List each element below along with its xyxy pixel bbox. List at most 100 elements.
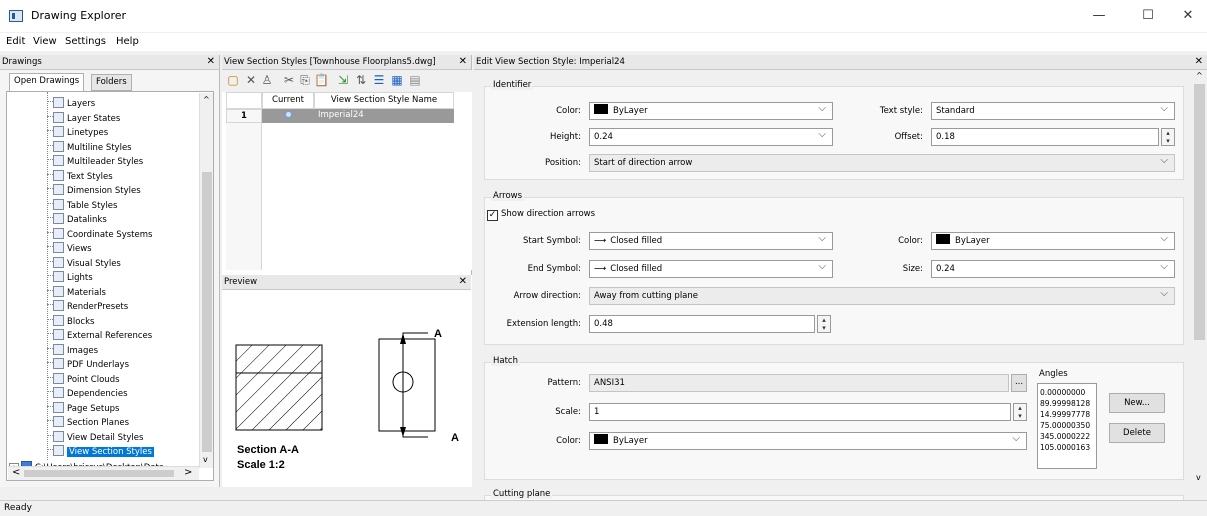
details-view-icon[interactable]: ▦ xyxy=(390,73,404,87)
offset-input[interactable]: 0.18 xyxy=(931,128,1159,146)
tree-item-materials[interactable]: Materials xyxy=(47,284,106,298)
scroll-thumb[interactable] xyxy=(202,172,212,452)
angle-item[interactable]: 0.00000000 xyxy=(1040,387,1094,398)
tree-item-views[interactable]: Views xyxy=(47,240,92,254)
pattern-browse-button[interactable]: ... xyxy=(1011,374,1027,392)
pattern-input[interactable]: ANSI31 xyxy=(589,374,1009,392)
hscroll-thumb[interactable] xyxy=(24,470,174,477)
extension-length-input[interactable]: 0.48 xyxy=(589,315,815,333)
set-current-icon[interactable]: ⇅ xyxy=(354,73,368,87)
tree-item-external-references[interactable]: External References xyxy=(47,327,152,341)
tree-item-section-planes[interactable]: Section Planes xyxy=(47,414,129,428)
hatch-scale-input[interactable]: 1 xyxy=(589,403,1011,421)
angles-list[interactable]: 0.00000000 89.99998128 14.99997778 75.00… xyxy=(1037,383,1097,469)
menu-settings[interactable]: Settings xyxy=(65,36,106,47)
tree-item-dimension-styles[interactable]: Dimension Styles xyxy=(47,182,141,196)
tree-item-table-styles[interactable]: Table Styles xyxy=(47,197,117,211)
row-number: 1 xyxy=(226,109,262,123)
extension-length-spinner[interactable]: ▴ ▾ xyxy=(817,315,831,333)
delete-style-icon[interactable]: ✕ xyxy=(244,73,258,87)
tree-item-blocks[interactable]: Blocks xyxy=(47,313,94,327)
tab-folders[interactable]: Folders xyxy=(91,74,132,91)
tree-item-lights[interactable]: Lights xyxy=(47,269,93,283)
hatch-color-select[interactable]: ByLayer xyxy=(589,432,1027,450)
delete-angle-button[interactable]: Delete xyxy=(1109,423,1165,443)
menu-help[interactable]: Help xyxy=(116,36,139,47)
cut-icon[interactable]: ✂ xyxy=(282,73,296,87)
purge-icon[interactable]: ♙ xyxy=(260,73,274,87)
menu-view[interactable]: View xyxy=(33,36,57,47)
tree-item-view-detail-styles[interactable]: View Detail Styles xyxy=(47,429,143,443)
tree-item-visual-styles[interactable]: Visual Styles xyxy=(47,255,121,269)
paste-icon[interactable]: 📋 xyxy=(314,73,329,87)
maximize-button[interactable]: ☐ xyxy=(1133,6,1163,26)
import-icon[interactable]: ⇲ xyxy=(336,73,350,87)
tree-item-datalinks[interactable]: Datalinks xyxy=(47,211,107,225)
tree-item-page-setups[interactable]: Page Setups xyxy=(47,400,119,414)
scroll-left-icon[interactable]: < xyxy=(12,467,20,478)
style-name-cell[interactable]: Imperial24 xyxy=(314,109,454,123)
app-icon xyxy=(9,10,23,22)
edit-panel-close-icon[interactable]: ✕ xyxy=(1195,55,1203,69)
scroll-up-icon[interactable]: ^ xyxy=(203,95,210,104)
icon-view-icon[interactable]: ▤ xyxy=(408,73,422,87)
tree-item-layers[interactable]: Layers xyxy=(47,95,96,109)
scroll-down-icon[interactable]: v xyxy=(203,455,208,464)
scroll-down-icon[interactable]: v xyxy=(1196,473,1201,482)
angle-item[interactable]: 105.0000163 xyxy=(1040,442,1094,453)
preview-close-icon[interactable]: ✕ xyxy=(459,275,467,289)
height-select[interactable]: 0.24 xyxy=(589,128,833,146)
tree-item-multiline-styles[interactable]: Multiline Styles xyxy=(47,139,132,153)
new-style-icon[interactable]: ▢ xyxy=(226,73,240,87)
show-arrows-checkbox[interactable]: ✓ xyxy=(487,210,498,221)
text-style-select[interactable]: Standard xyxy=(931,102,1175,120)
window-title: Drawing Explorer xyxy=(31,9,127,22)
arrow-direction-select[interactable]: Away from cutting plane xyxy=(589,287,1175,305)
angle-item[interactable]: 345.0000222 xyxy=(1040,431,1094,442)
hatch-scale-spinner[interactable]: ▴ ▾ xyxy=(1013,403,1027,421)
tab-open-drawings[interactable]: Open Drawings xyxy=(9,73,85,92)
tree-item-text-styles[interactable]: Text Styles xyxy=(47,168,113,182)
size-select[interactable]: 0.24 xyxy=(931,260,1175,278)
angle-item[interactable]: 75.00000350 xyxy=(1040,420,1094,431)
position-select[interactable]: Start of direction arrow xyxy=(589,154,1175,172)
minimize-button[interactable]: — xyxy=(1084,6,1114,26)
offset-spinner[interactable]: ▴ ▾ xyxy=(1161,128,1175,146)
tree-vertical-scrollbar[interactable]: ^ v xyxy=(199,93,213,468)
id-color-select[interactable]: ByLayer xyxy=(589,102,833,120)
dimension-styles-icon xyxy=(53,184,64,195)
tree-item-layer-states[interactable]: Layer States xyxy=(47,110,120,124)
drawings-panel-close-icon[interactable]: ✕ xyxy=(207,55,215,69)
arrow-color-select[interactable]: ByLayer xyxy=(931,232,1175,250)
preview-header: Preview ✕ xyxy=(222,275,471,290)
close-button[interactable]: ✕ xyxy=(1173,6,1203,26)
column-current[interactable]: Current xyxy=(262,92,314,109)
column-style-name[interactable]: View Section Style Name xyxy=(314,92,454,109)
tree-item-view-section-styles[interactable]: View Section Styles xyxy=(47,443,154,457)
end-symbol-select[interactable]: ⟶ Closed filled xyxy=(589,260,833,278)
styles-panel-close-icon[interactable]: ✕ xyxy=(459,55,467,69)
angle-item[interactable]: 14.99997778 xyxy=(1040,409,1094,420)
tree-horizontal-scrollbar[interactable]: < > xyxy=(8,466,199,480)
tree-item-coordinate-systems[interactable]: Coordinate Systems xyxy=(47,226,152,240)
tree-item-multileader-styles[interactable]: Multileader Styles xyxy=(47,153,143,167)
current-indicator[interactable] xyxy=(262,109,314,123)
scroll-right-icon[interactable]: > xyxy=(184,467,192,478)
tree-item-pdf-underlays[interactable]: PDF Underlays xyxy=(47,356,129,370)
list-view-icon[interactable]: ☰ xyxy=(372,73,386,87)
new-angle-button[interactable]: New... xyxy=(1109,393,1165,413)
edit-panel-scrollbar[interactable]: ^ v xyxy=(1192,70,1207,487)
tree-item-point-clouds[interactable]: Point Clouds xyxy=(47,371,120,385)
tree-item-dependencies[interactable]: Dependencies xyxy=(47,385,128,399)
edit-scroll-thumb[interactable] xyxy=(1194,84,1205,340)
copy-icon[interactable]: ⎘ xyxy=(298,73,312,87)
tree-item-renderpresets[interactable]: RenderPresets xyxy=(47,298,128,312)
start-symbol-select[interactable]: ⟶ Closed filled xyxy=(589,232,833,250)
tree-item-linetypes[interactable]: Linetypes xyxy=(47,124,108,138)
menu-edit[interactable]: Edit xyxy=(6,36,25,47)
scroll-up-icon[interactable]: ^ xyxy=(1196,71,1203,80)
tree-item-label: Views xyxy=(67,244,92,254)
tree-item-images[interactable]: Images xyxy=(47,342,98,356)
tree-item-label: Layers xyxy=(67,99,96,109)
angle-item[interactable]: 89.99998128 xyxy=(1040,398,1094,409)
